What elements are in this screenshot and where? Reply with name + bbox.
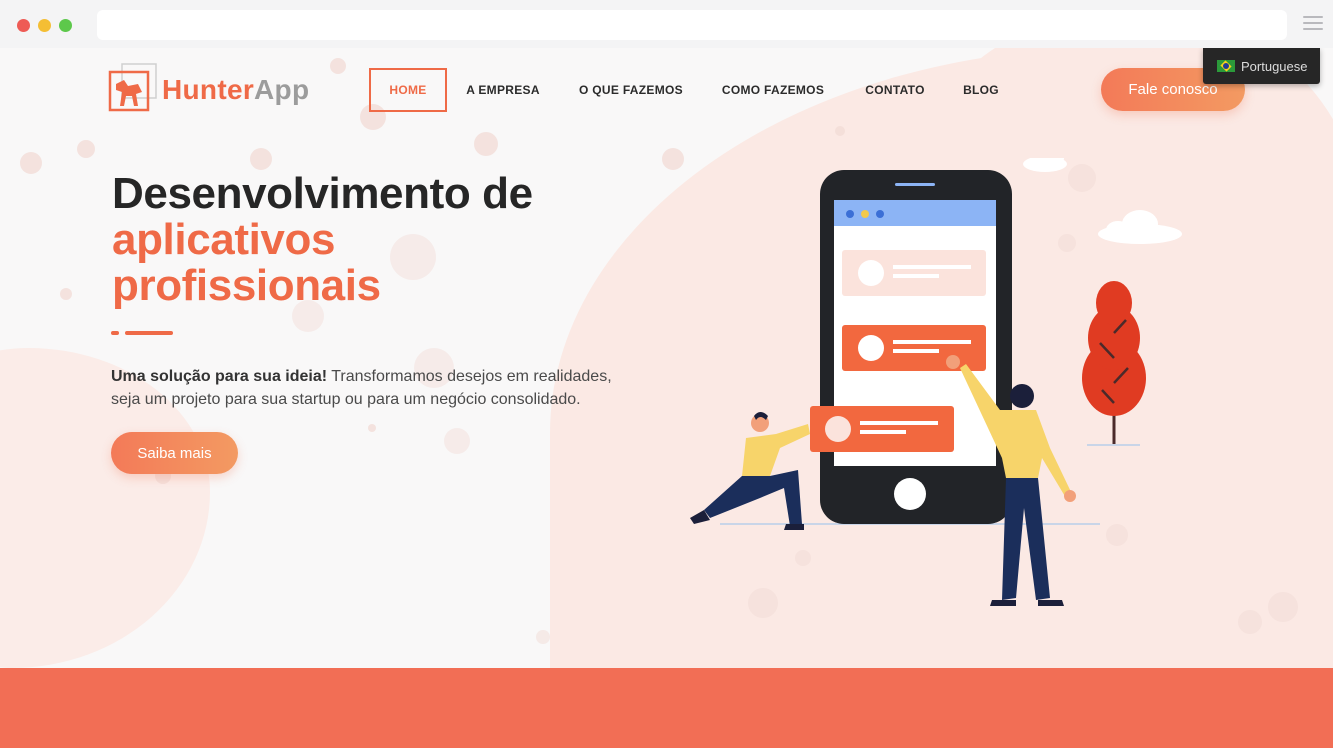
nav-item-home[interactable]: HOME: [369, 68, 447, 112]
decorative-bubble: [60, 288, 72, 300]
close-window-icon[interactable]: [17, 19, 30, 32]
hero-title-line1: Desenvolvimento de: [112, 169, 533, 218]
address-bar[interactable]: [97, 10, 1287, 40]
nav-item-blog[interactable]: BLOG: [954, 68, 1008, 112]
decorative-bubble: [250, 148, 272, 170]
decorative-bubble: [1268, 592, 1298, 622]
hero-lead-text: Uma solução para sua ideia! Transformamo…: [111, 368, 612, 408]
decorative-bubble: [20, 152, 42, 174]
hero-title-line3: profissionais: [112, 261, 381, 310]
page-hero: HunterApp HOME A EMPRESA O QUE FAZEMOS C…: [0, 48, 1333, 668]
decorative-bubble: [835, 126, 845, 136]
maximize-window-icon[interactable]: [59, 19, 72, 32]
language-selector[interactable]: Portuguese: [1203, 48, 1320, 84]
logo-mark-icon: [108, 63, 157, 112]
title-divider: [111, 331, 119, 335]
nav-item-a-empresa[interactable]: A EMPRESA: [458, 68, 548, 112]
nav-item-como-fazemos[interactable]: COMO FAZEMOS: [712, 68, 834, 112]
brazil-flag-icon: [1217, 60, 1235, 72]
minimize-window-icon[interactable]: [38, 19, 51, 32]
decorative-bubble: [474, 132, 498, 156]
title-divider: [125, 331, 173, 335]
decorative-bubble: [1238, 610, 1262, 634]
saiba-mais-button[interactable]: Saiba mais: [111, 432, 238, 474]
hamburger-menu-icon[interactable]: [1303, 16, 1323, 32]
next-section-band: [0, 668, 1333, 748]
decorative-bubble: [368, 424, 376, 432]
nav-item-o-que-fazemos[interactable]: O QUE FAZEMOS: [570, 68, 692, 112]
hero-title-line2: aplicativos: [112, 215, 336, 264]
decorative-bubble: [330, 58, 346, 74]
decorative-bubble: [77, 140, 95, 158]
nav-item-contato[interactable]: CONTATO: [856, 68, 934, 112]
hunterapp-logo[interactable]: HunterApp: [108, 62, 328, 114]
logo-text: HunterApp: [162, 74, 310, 105]
browser-chrome: [0, 0, 1333, 48]
decorative-bubble: [390, 234, 436, 280]
decorative-bubble: [444, 428, 470, 454]
language-label: Portuguese: [1241, 58, 1308, 74]
decorative-bubble: [536, 630, 550, 644]
app-development-illustration: [690, 158, 1182, 606]
